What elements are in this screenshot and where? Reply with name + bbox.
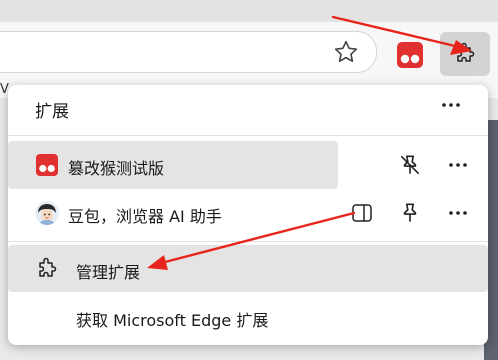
star-icon[interactable] xyxy=(333,39,359,65)
puzzle-icon xyxy=(39,257,57,277)
browser-toolbar xyxy=(0,22,498,80)
doubao-avatar xyxy=(35,201,59,225)
popup-title: 扩展 xyxy=(35,102,69,122)
tampermonkey-toolbar-icon[interactable] xyxy=(397,42,423,68)
divider xyxy=(8,135,488,136)
puzzle-icon xyxy=(457,42,475,62)
extension-label: 篡改猴测试版 xyxy=(68,159,165,178)
extensions-button[interactable] xyxy=(440,32,490,76)
tampermonkey-icon xyxy=(36,154,58,176)
divider xyxy=(8,241,488,242)
more-icon[interactable] xyxy=(442,197,474,229)
extension-item-doubao[interactable]: 豆包，浏览器 AI 助手 xyxy=(8,189,338,237)
more-icon[interactable] xyxy=(435,89,467,121)
get-edge-extensions-item[interactable]: 获取 Microsoft Edge 扩展 xyxy=(8,293,488,339)
pin-icon[interactable] xyxy=(397,200,423,226)
extensions-popup: 扩展 篡改猴测试版 豆包，浏览器 AI 助手 管理扩展 获取 Microsoft… xyxy=(8,85,488,345)
sidebar-icon[interactable] xyxy=(351,202,373,224)
address-bar[interactable] xyxy=(0,31,377,73)
tab-strip xyxy=(0,0,498,22)
more-icon[interactable] xyxy=(442,149,474,181)
manage-extensions-item[interactable]: 管理扩展 xyxy=(8,245,488,292)
get-extensions-label: 获取 Microsoft Edge 扩展 xyxy=(76,311,269,330)
extension-label: 豆包，浏览器 AI 助手 xyxy=(68,207,222,226)
extension-item-tampermonkey[interactable]: 篡改猴测试版 xyxy=(8,141,338,189)
unpin-icon[interactable] xyxy=(397,152,423,178)
manage-extensions-label: 管理扩展 xyxy=(76,263,141,282)
